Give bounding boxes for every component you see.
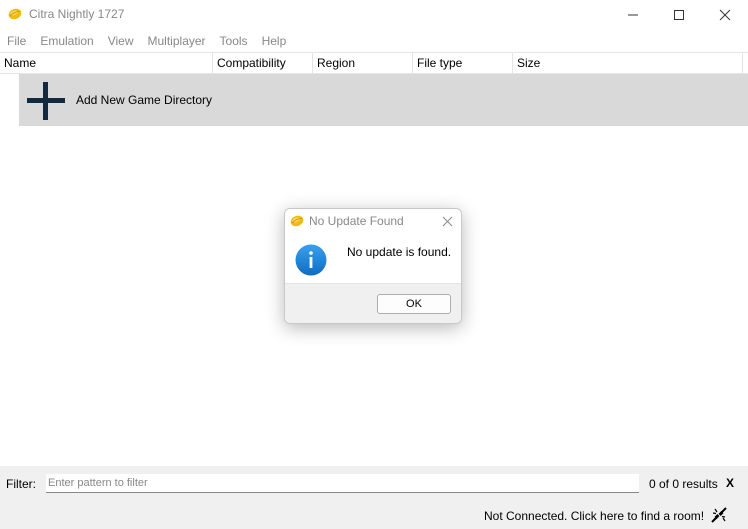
dialog-footer: OK <box>285 283 461 323</box>
title-bar: Citra Nightly 1727 <box>0 0 748 30</box>
add-game-directory-row[interactable]: Add New Game Directory <box>19 74 748 126</box>
menu-help[interactable]: Help <box>255 31 294 51</box>
status-bar: Not Connected. Click here to find a room… <box>0 500 748 529</box>
dialog-title: No Update Found <box>309 214 404 228</box>
maximize-button[interactable] <box>656 0 702 30</box>
menu-tools[interactable]: Tools <box>213 31 255 51</box>
column-region[interactable]: Region <box>313 53 413 74</box>
column-name[interactable]: Name <box>0 53 213 74</box>
filter-input[interactable] <box>46 474 639 493</box>
minimize-icon <box>628 14 638 16</box>
filter-bar: Filter: 0 of 0 results X <box>0 466 748 500</box>
close-icon[interactable] <box>442 216 453 227</box>
no-update-dialog: No Update Found No update is found. OK <box>284 208 462 324</box>
plus-icon <box>27 82 65 120</box>
game-list-header: Name Compatibility Region File type Size <box>0 52 748 74</box>
menu-multiplayer[interactable]: Multiplayer <box>141 31 213 51</box>
clear-filter-button[interactable]: X <box>726 476 734 490</box>
column-file-type[interactable]: File type <box>413 53 513 74</box>
maximize-icon <box>674 10 684 20</box>
filter-result-count: 0 of 0 results <box>649 477 718 491</box>
dialog-message: No update is found. <box>347 245 452 259</box>
close-button[interactable] <box>702 0 748 30</box>
window-title: Citra Nightly 1727 <box>29 7 125 21</box>
menu-emulation[interactable]: Emulation <box>33 31 100 51</box>
menu-view[interactable]: View <box>101 31 141 51</box>
citra-logo-icon <box>8 8 22 20</box>
multiplayer-status-text[interactable]: Not Connected. Click here to find a room… <box>484 509 704 523</box>
menu-file[interactable]: File <box>0 31 33 51</box>
citra-logo-icon <box>290 215 304 227</box>
ok-button[interactable]: OK <box>377 294 451 314</box>
menu-bar: File Emulation View Multiplayer Tools He… <box>0 31 748 51</box>
column-compatibility[interactable]: Compatibility <box>213 53 313 74</box>
minimize-button[interactable] <box>610 0 656 30</box>
dialog-title-bar: No Update Found <box>285 209 461 233</box>
filter-label: Filter: <box>6 477 36 491</box>
add-game-directory-label: Add New Game Directory <box>76 93 213 107</box>
info-icon <box>295 244 327 276</box>
column-size[interactable]: Size <box>513 53 743 74</box>
disconnected-icon[interactable] <box>710 506 728 524</box>
close-icon <box>719 9 731 21</box>
dialog-body: No update is found. <box>285 233 461 283</box>
